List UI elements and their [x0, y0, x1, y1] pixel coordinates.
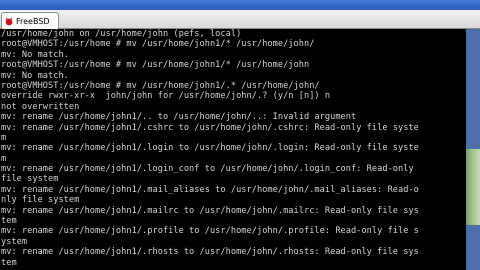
- console-line: mv: No match.: [1, 70, 69, 81]
- console-line: mv: No match.: [1, 49, 69, 60]
- console-line: m: [1, 153, 7, 164]
- console-line: ystem: [1, 236, 28, 247]
- console-line: nly file system: [1, 195, 80, 206]
- console-line: file system: [1, 174, 59, 185]
- console-line: m: [1, 132, 7, 143]
- console-line: root@VMHOST:/usr/home # mv /usr/home/joh…: [1, 39, 315, 50]
- vm-tab-strip: FreeBSD: [0, 10, 480, 29]
- tab-freebsd[interactable]: FreeBSD: [1, 12, 59, 29]
- host-desktop-edge: [466, 29, 480, 270]
- console-line: mv: rename /usr/home/john1/.cshrc to /us…: [1, 122, 419, 133]
- host-window-titlebar: [0, 0, 480, 10]
- console-line: override rwxr-xr-x john/john for /usr/ho…: [1, 91, 331, 102]
- console-line: mv: rename /usr/home/john1/.. to /usr/ho…: [1, 112, 357, 123]
- console-line: mv: rename /usr/home/john1/.mailrc to /u…: [1, 205, 419, 216]
- console-line: mv: rename /usr/home/john1/.login to /us…: [1, 143, 419, 154]
- console-line: not overwritten: [1, 101, 80, 112]
- freebsd-icon: [5, 16, 13, 26]
- console-line: root@VMHOST:/usr/home # mv /usr/home/joh…: [1, 60, 310, 71]
- console-line: tem: [1, 257, 17, 268]
- console-line: root@VMHOST:/usr/home # mv /usr/home/joh…: [1, 80, 320, 91]
- console-line: mv: rename /usr/home/john1/.rhosts to /u…: [1, 247, 419, 258]
- console-line: mv: rename /usr/home/john1/.profile to /…: [1, 226, 419, 237]
- tab-label: FreeBSD: [16, 16, 50, 26]
- console-line: mv: rename /usr/home/john1/.mail_aliases…: [1, 184, 419, 195]
- console-line: tem: [1, 216, 17, 227]
- console-line: mv: rename /usr/home/john1/.login_conf t…: [1, 164, 414, 175]
- terminal-console[interactable]: /usr/home/john on /usr/home/john (pefs, …: [0, 29, 466, 270]
- console-line: /usr/home/john on /usr/home/john (pefs, …: [1, 29, 242, 39]
